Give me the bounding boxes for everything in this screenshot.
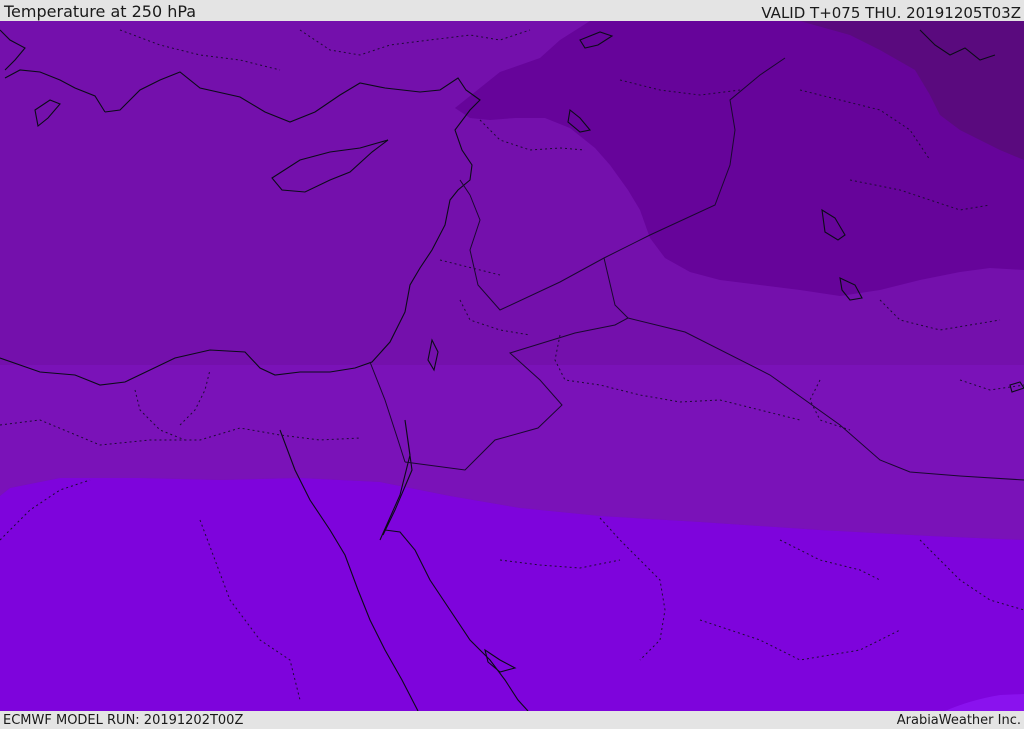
credit: ArabiaWeather Inc. bbox=[896, 713, 1021, 728]
map-title: Temperature at 250 hPa bbox=[4, 2, 197, 21]
valid-time: VALID T+075 THU. 20191205T03Z bbox=[761, 4, 1021, 22]
model-run: ECMWF MODEL RUN: 20191202T00Z bbox=[3, 713, 244, 728]
temperature-map[interactable] bbox=[0, 21, 1024, 711]
